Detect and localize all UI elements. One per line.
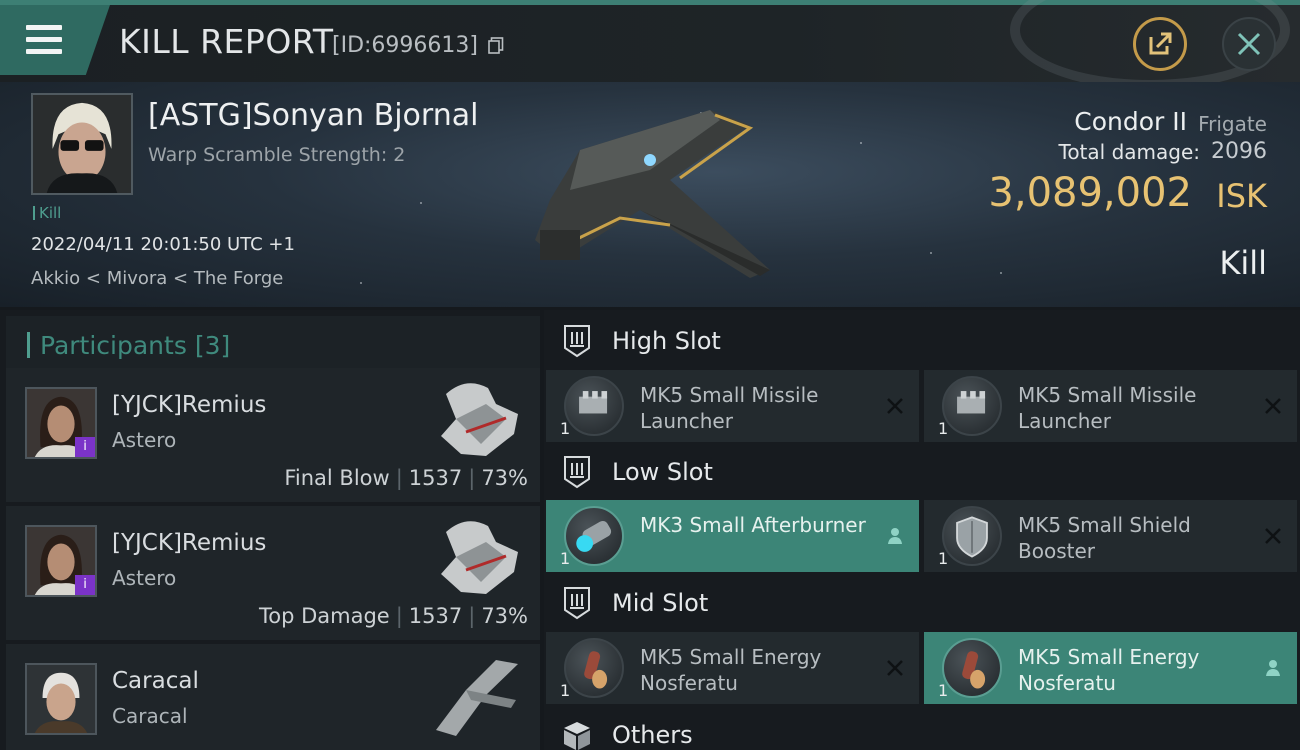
participant-stats: Final Blow | 1537 | 73% — [284, 466, 528, 490]
fitting-panel: High Slot 1 MK5 Small Missile Launcher 1… — [544, 310, 1300, 750]
total-damage-label: Total damage: — [1058, 140, 1201, 164]
person-icon — [888, 528, 902, 544]
module-quantity: 1 — [938, 681, 949, 700]
module-quantity: 1 — [938, 419, 949, 438]
module-quantity: 1 — [560, 681, 571, 700]
module-quantity: 1 — [560, 419, 571, 438]
module-name: MK5 Small Energy Nosferatu — [1018, 645, 1200, 695]
participant-row[interactable]: i [YJCK]Remius Astero Final Blow | 1537 | 73… — [6, 368, 540, 502]
participant-name: [YJCK]Remius — [112, 530, 267, 556]
destroyed-icon — [1265, 528, 1281, 544]
participant-avatar — [25, 663, 97, 735]
victim-subtitle: Warp Scramble Strength: 2 — [148, 144, 406, 166]
participant-name: Caracal — [112, 668, 199, 694]
destroyed-icon — [1265, 398, 1281, 414]
participant-ship-image — [441, 383, 518, 456]
share-button[interactable] — [1133, 17, 1187, 71]
module-card[interactable]: 1 MK3 Small Afterburner — [546, 500, 919, 572]
report-id: [ID:6996613] — [332, 33, 478, 58]
page-title: KILL REPORT — [119, 22, 334, 61]
participants-label: Participants [3] — [40, 331, 231, 360]
participant-avatar: i — [25, 387, 97, 459]
shield-booster-icon — [942, 506, 1002, 566]
missile-launcher-icon — [942, 376, 1002, 436]
kill-timestamp: 2022/04/11 20:01:50 UTC +1 — [31, 234, 295, 255]
participant-ship-image — [436, 660, 518, 736]
participant-stats: Top Damage | 1537 | 73% — [258, 604, 528, 628]
others-header: Others — [544, 706, 1300, 750]
low-slot-icon — [564, 456, 590, 489]
person-icon — [1266, 660, 1280, 676]
participant-avatar: i — [25, 525, 97, 597]
others-label: Others — [612, 721, 693, 749]
module-card[interactable]: 1 MK5 Small Missile Launcher — [546, 370, 919, 442]
low-slot-label: Low Slot — [612, 458, 713, 486]
participant-name: [YJCK]Remius — [112, 392, 267, 418]
participant-badge: i — [75, 437, 95, 457]
module-card[interactable]: 1 MK5 Small Energy Nosferatu — [924, 632, 1297, 704]
header-bar: KILL REPORT [ID:6996613] — [0, 0, 1300, 90]
kill-location: Akkio < Mivora < The Forge — [31, 268, 284, 289]
total-damage-value: 2096 — [1211, 139, 1267, 164]
mid-slot-header: Mid Slot — [544, 574, 1300, 632]
afterburner-icon — [564, 506, 624, 566]
cargo-box-icon — [564, 722, 590, 750]
module-quantity: 1 — [938, 549, 949, 568]
victim-name: [ASTG]Sonyan Bjornal — [148, 98, 479, 133]
participant-ship: Astero — [112, 566, 177, 590]
participant-badge: i — [75, 575, 95, 595]
energy-nosferatu-icon — [942, 638, 1002, 698]
mid-slot-label: Mid Slot — [612, 589, 709, 617]
participants-panel: Participants [3] i [YJCK]Remius Astero F… — [0, 310, 540, 750]
victim-ship-image[interactable] — [520, 90, 790, 290]
missile-launcher-icon — [564, 376, 624, 436]
module-name: MK3 Small Afterburner — [640, 513, 866, 537]
close-button[interactable] — [1222, 17, 1276, 71]
participant-row[interactable]: i [YJCK]Remius Astero Top Damage | 1537 | 73… — [6, 506, 540, 640]
participant-ship-image — [441, 521, 518, 594]
low-slot-header: Low Slot — [544, 443, 1300, 501]
module-quantity: 1 — [560, 549, 571, 568]
participant-ship: Astero — [112, 428, 177, 452]
high-slot-header: High Slot — [544, 312, 1300, 370]
close-icon — [1237, 32, 1261, 56]
mid-slot-icon — [564, 587, 590, 620]
share-icon — [1149, 32, 1172, 55]
isk-unit: ISK — [1216, 177, 1267, 215]
menu-button[interactable] — [0, 5, 110, 75]
isk-value: 3,089,002 — [988, 170, 1192, 216]
high-slot-label: High Slot — [612, 327, 721, 355]
module-name: MK5 Small Missile Launcher — [640, 383, 819, 433]
module-name: MK5 Small Missile Launcher — [1018, 383, 1197, 433]
energy-nosferatu-icon — [564, 638, 624, 698]
participant-row[interactable]: Caracal Caracal — [6, 644, 540, 750]
high-slot-icon — [564, 325, 590, 358]
copy-icon[interactable] — [488, 37, 504, 54]
destroyed-icon — [887, 398, 903, 414]
kill-result: Kill — [1219, 244, 1267, 282]
destroyed-icon — [887, 660, 903, 676]
victim-summary: [ASTG]Sonyan Bjornal Warp Scramble Stren… — [0, 82, 1300, 307]
participants-header[interactable]: Participants [3] — [6, 316, 540, 374]
participant-ship: Caracal — [112, 704, 188, 728]
victim-ship-class: Frigate — [1198, 112, 1267, 136]
module-name: MK5 Small Shield Booster — [1018, 513, 1191, 563]
kill-tag: Kill — [33, 204, 61, 222]
victim-avatar[interactable] — [31, 93, 133, 195]
module-card[interactable]: 1 MK5 Small Shield Booster — [924, 500, 1297, 572]
module-card[interactable]: 1 MK5 Small Missile Launcher — [924, 370, 1297, 442]
victim-ship-name: Condor II — [1074, 107, 1187, 136]
module-card[interactable]: 1 MK5 Small Energy Nosferatu — [546, 632, 919, 704]
module-name: MK5 Small Energy Nosferatu — [640, 645, 822, 695]
